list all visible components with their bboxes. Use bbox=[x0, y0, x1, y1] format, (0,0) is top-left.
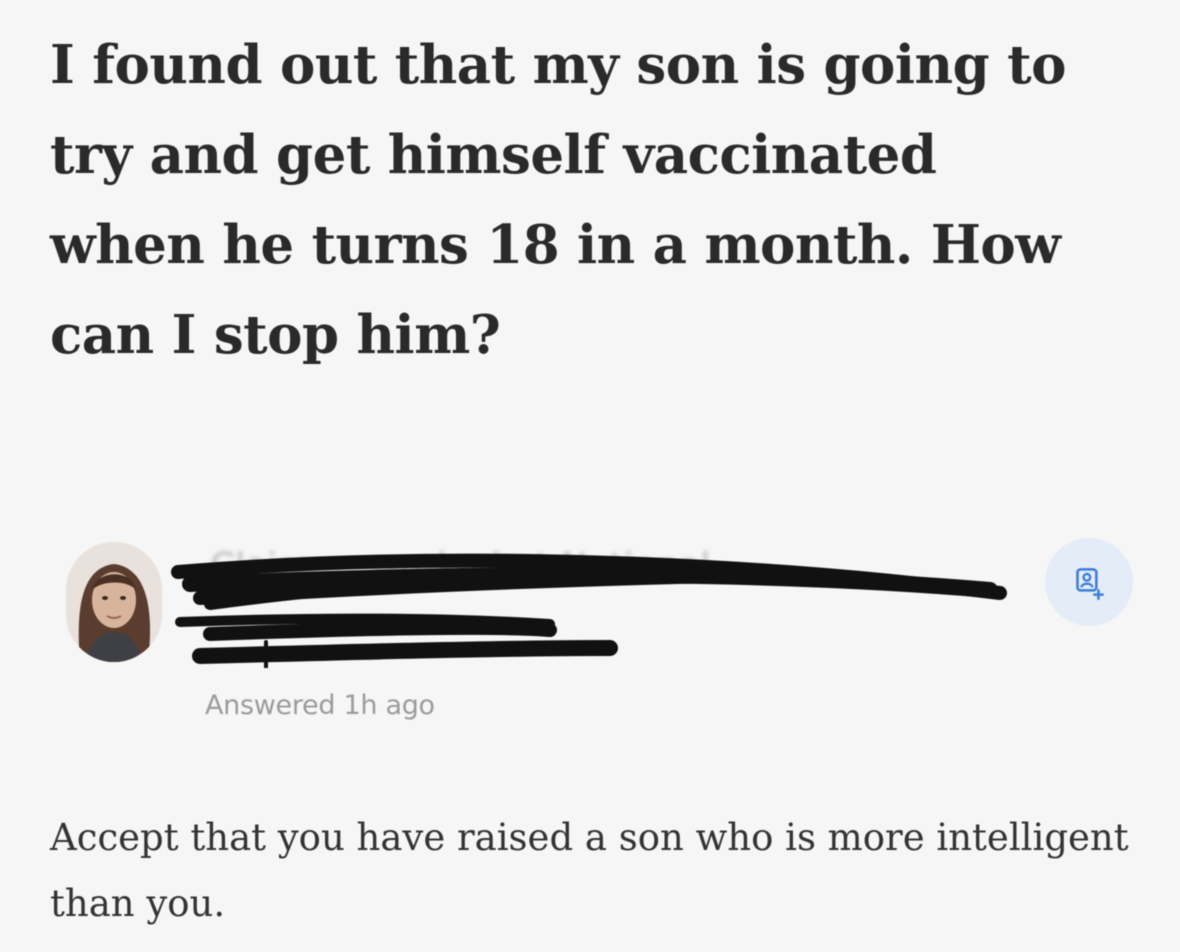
avatar-photo bbox=[66, 542, 162, 662]
answered-timestamp: Answered 1h ago bbox=[205, 690, 435, 721]
author-name-redacted[interactable]: Claire ... worked at National ... bbox=[170, 538, 1010, 668]
follow-button[interactable] bbox=[1045, 538, 1133, 626]
question-page: I found out that my son is going to try … bbox=[0, 0, 1180, 952]
redaction-scribble bbox=[171, 553, 1007, 668]
follow-user-icon bbox=[1076, 568, 1104, 601]
answer-author-row: Claire ... worked at National ... Answer… bbox=[60, 538, 1140, 738]
avatar[interactable] bbox=[66, 542, 162, 662]
question-title[interactable]: I found out that my son is going to try … bbox=[50, 20, 1090, 380]
answer-body: Accept that you have raised a son who is… bbox=[50, 816, 1129, 925]
